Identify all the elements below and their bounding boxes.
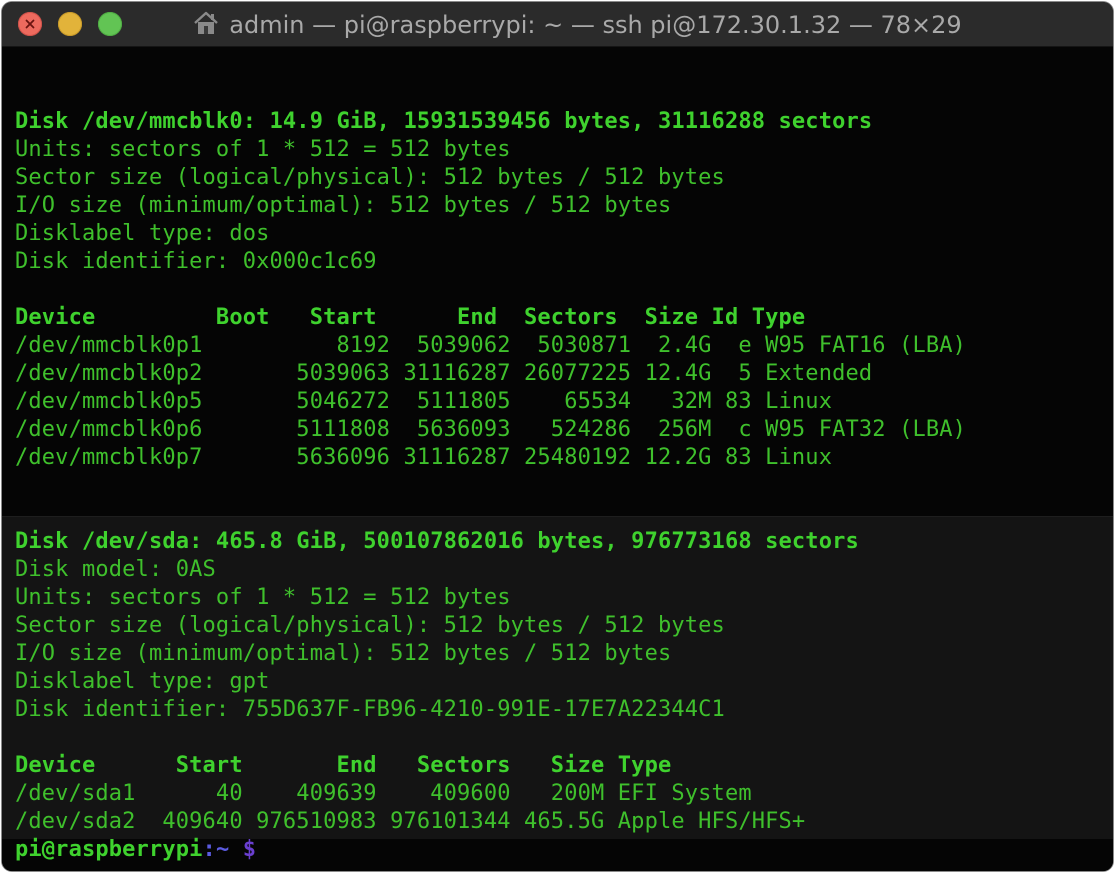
shell-prompt[interactable]: pi@raspberrypi:~ $ xyxy=(15,836,256,864)
disk-info-line: Disk identifier: 755D637F-FB96-4210-991E… xyxy=(15,697,725,722)
window-title: admin — pi@raspberrypi: ~ — ssh pi@172.3… xyxy=(2,2,1113,46)
partition-row: /dev/mmcblk0p7 5636096 31116287 25480192… xyxy=(15,445,833,470)
partition-row: /dev/sda1 40 409639 409600 200M EFI Syst… xyxy=(15,781,752,806)
disk-info-line: Disk identifier: 0x000c1c69 xyxy=(15,249,377,274)
home-icon xyxy=(194,11,219,34)
partition-table-header: Device Start End Sectors Size Type xyxy=(15,753,672,778)
disk-header: Disk /dev/mmcblk0: 14.9 GiB, 15931539456… xyxy=(15,109,873,134)
prompt-user-host: pi@raspberrypi xyxy=(15,837,203,862)
partition-row: /dev/mmcblk0p6 5111808 5636093 524286 25… xyxy=(15,417,967,442)
prompt-sigil: $ xyxy=(242,837,257,862)
partition-row: /dev/mmcblk0p2 5039063 31116287 26077225… xyxy=(15,361,873,386)
disk-info-line: Units: sectors of 1 * 512 = 512 bytes xyxy=(15,137,511,162)
disk-info-line: Disk model: 0AS xyxy=(15,557,216,582)
terminal-window: admin — pi@raspberrypi: ~ — ssh pi@172.3… xyxy=(2,2,1113,871)
disk-info-line: Disklabel type: gpt xyxy=(15,669,270,694)
disk-info-line: Sector size (logical/physical): 512 byte… xyxy=(15,165,725,190)
disk-header: Disk /dev/sda: 465.8 GiB, 500107862016 b… xyxy=(15,529,859,554)
terminal-body[interactable]: Disk /dev/mmcblk0: 14.9 GiB, 15931539456… xyxy=(2,47,1113,871)
window-title-text: admin — pi@raspberrypi: ~ — ssh pi@172.3… xyxy=(229,11,962,39)
disk-info-line: Sector size (logical/physical): 512 byte… xyxy=(15,613,725,638)
partition-table-header: Device Boot Start End Sectors Size Id Ty… xyxy=(15,305,806,330)
disk-info-line: I/O size (minimum/optimal): 512 bytes / … xyxy=(15,641,672,666)
partition-row: /dev/mmcblk0p1 8192 5039062 5030871 2.4G… xyxy=(15,333,967,358)
disk-info-line: Units: sectors of 1 * 512 = 512 bytes xyxy=(15,585,511,610)
partition-row: /dev/mmcblk0p5 5046272 5111805 65534 32M… xyxy=(15,389,833,414)
partition-row: /dev/sda2 409640 976510983 976101344 465… xyxy=(15,809,806,834)
title-bar[interactable]: admin — pi@raspberrypi: ~ — ssh pi@172.3… xyxy=(2,2,1113,47)
prompt-path: :~ xyxy=(202,837,230,862)
disk-info-line: Disklabel type: dos xyxy=(15,221,270,246)
disk-info-line: I/O size (minimum/optimal): 512 bytes / … xyxy=(15,193,672,218)
